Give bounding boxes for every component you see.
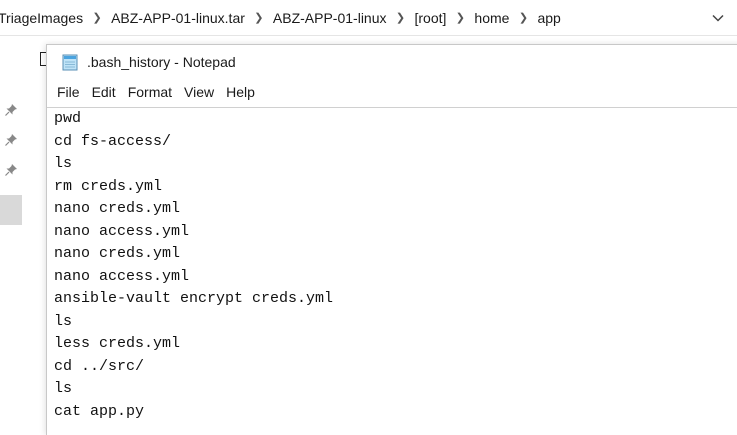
- title-bar[interactable]: .bash_history - Notepad: [47, 45, 737, 79]
- nav-selected-item[interactable]: [0, 195, 22, 225]
- menu-help[interactable]: Help: [220, 84, 261, 100]
- menu-bar: File Edit Format View Help: [47, 79, 737, 105]
- breadcrumb-tar[interactable]: ABZ-APP-01-linux.tar: [109, 10, 247, 26]
- breadcrumb-app[interactable]: app: [535, 10, 562, 26]
- text-line: ls: [54, 312, 73, 330]
- text-line: ansible-vault encrypt creds.yml: [54, 290, 334, 307]
- chevron-right-icon[interactable]: ❯: [511, 11, 535, 24]
- chevron-right-icon[interactable]: ❯: [85, 11, 109, 24]
- menu-format[interactable]: Format: [122, 84, 178, 100]
- menu-edit[interactable]: Edit: [86, 84, 122, 100]
- pin-icon[interactable]: [4, 163, 20, 179]
- text-line: nano access.yml: [54, 267, 190, 285]
- text-line: cat app.py: [54, 402, 145, 420]
- text-line: nano access.yml: [54, 222, 190, 240]
- notepad-window[interactable]: .bash_history - Notepad File Edit Format…: [46, 44, 737, 435]
- chevron-right-icon[interactable]: ❯: [247, 11, 271, 24]
- text-line: cd ../src/: [54, 357, 145, 375]
- text-line: nano creds.yml: [54, 200, 181, 217]
- menu-view[interactable]: View: [178, 84, 220, 100]
- menu-file[interactable]: File: [51, 84, 86, 100]
- navigation-pane: [0, 37, 24, 423]
- text-line: rm creds.yml: [54, 177, 163, 195]
- text-line: cd fs-access/: [54, 132, 172, 150]
- text-line: nano creds.yml: [54, 245, 181, 262]
- breadcrumb-linux[interactable]: ABZ-APP-01-linux: [271, 10, 389, 26]
- window-title: .bash_history - Notepad: [87, 54, 236, 70]
- text-line: pwd: [54, 110, 82, 127]
- breadcrumb-home[interactable]: home: [472, 10, 511, 26]
- address-bar[interactable]: TriageImages ❯ ABZ-APP-01-linux.tar ❯ AB…: [0, 0, 737, 36]
- text-line: ls: [54, 380, 73, 397]
- chevron-right-icon[interactable]: ❯: [448, 11, 472, 24]
- chevron-right-icon[interactable]: ❯: [389, 11, 413, 24]
- pin-icon[interactable]: [4, 103, 20, 119]
- notepad-icon: [61, 53, 79, 71]
- text-line: less creds.yml: [54, 335, 181, 352]
- chevron-down-icon[interactable]: [711, 11, 725, 28]
- text-line: ls: [54, 155, 73, 172]
- breadcrumb-triageimages[interactable]: TriageImages: [0, 10, 85, 26]
- text-editor[interactable]: pwd cd fs-access/ ls rm creds.yml nano c…: [47, 107, 737, 435]
- pin-icon[interactable]: [4, 133, 20, 149]
- breadcrumb-root[interactable]: [root]: [413, 10, 449, 26]
